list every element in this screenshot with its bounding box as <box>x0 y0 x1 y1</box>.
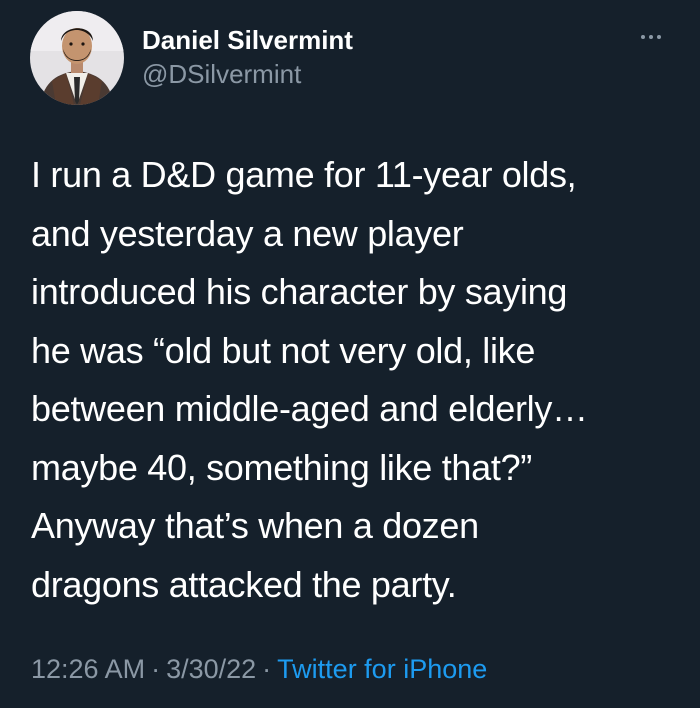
more-dot-icon <box>657 35 661 39</box>
avatar-photo <box>30 11 124 105</box>
avatar[interactable] <box>30 11 124 105</box>
more-dot-icon <box>649 35 653 39</box>
more-dot-icon <box>641 35 645 39</box>
tweet-line: I run a D&D game for 11-year olds, <box>31 154 577 195</box>
tweet-text: I run a D&D game for 11-year olds, and y… <box>31 146 671 614</box>
tweet-line: between middle-aged and elderly… <box>31 388 588 429</box>
tweet-meta: 12:26 AM · 3/30/22 · Twitter for iPhone <box>31 650 487 688</box>
author-block[interactable]: Daniel Silvermint @DSilvermint <box>142 24 353 90</box>
more-options-icon[interactable] <box>636 30 666 44</box>
tweet: Daniel Silvermint @DSilvermint I run a D… <box>0 0 700 708</box>
display-name[interactable]: Daniel Silvermint <box>142 24 353 56</box>
meta-separator: · <box>151 654 161 684</box>
tweet-line: introduced his character by saying <box>31 271 568 312</box>
tweet-time[interactable]: 12:26 AM <box>31 654 145 684</box>
tweet-line: maybe 40, something like that?” <box>31 446 532 488</box>
meta-separator: · <box>262 654 272 684</box>
tweet-source-link[interactable]: Twitter for iPhone <box>277 654 487 684</box>
handle[interactable]: @DSilvermint <box>142 58 353 90</box>
tweet-line: Anyway that’s when a dozen <box>31 505 479 546</box>
tweet-line: dragons attacked the party. <box>31 563 457 605</box>
tweet-date[interactable]: 3/30/22 <box>166 654 256 684</box>
tweet-line: he was “old but not very old, like <box>31 329 536 371</box>
tweet-line: and yesterday a new player <box>31 212 464 254</box>
